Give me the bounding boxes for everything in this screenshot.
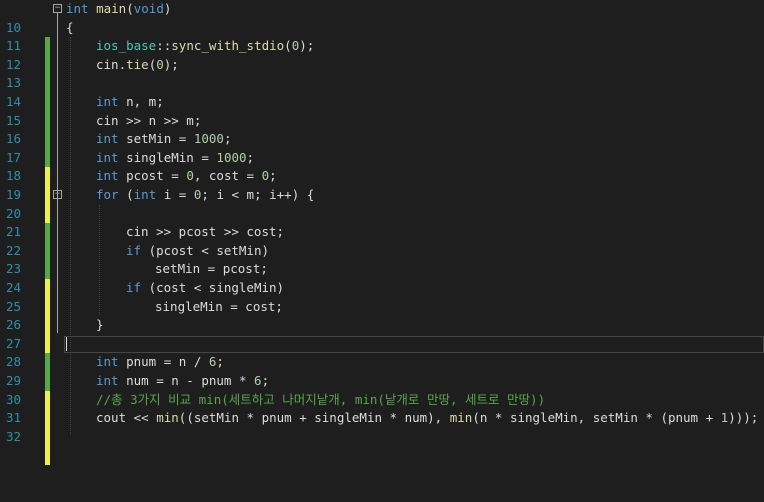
code-line[interactable]: 22 cin >> pcost >> cost; [0, 223, 764, 279]
code-text: cin.tie(0); [96, 56, 179, 72]
code-editor[interactable]: 10 − int main(void) 11 { 12 ios_base::sy… [0, 0, 764, 465]
code-line[interactable]: 12 ios_base::sync_with_stdio(0); [0, 37, 764, 93]
code-text: int main(void) [66, 1, 172, 16]
code-line[interactable]: 23 if (pcost < setMin) [0, 242, 764, 298]
code-line[interactable]: 27 } [0, 316, 764, 372]
code-text: int singleMin = 1000; [96, 149, 255, 165]
code-line[interactable]: 31 //총 3가지 비교 min(세트하고 나머지낱개, min(낱개로 만땅… [0, 391, 764, 447]
code-line[interactable]: 11 { [0, 19, 764, 75]
code-line[interactable]: 24 setMin = pcost; [0, 260, 764, 317]
code-text: int n, m; [96, 94, 164, 109]
code-line[interactable]: 25 if (cost < singleMin) [0, 279, 764, 335]
code-text: cin >> pcost >> cost; [126, 224, 285, 240]
code-text: int pcost = 0, cost = 0; [96, 168, 277, 184]
indent-guide [99, 205, 100, 315]
code-line[interactable]: 30 int num = n - pnum * 6; [0, 372, 764, 428]
code-text: ios_base::sync_with_stdio(0); [96, 38, 315, 54]
code-text: singleMin = cost; [155, 298, 283, 314]
change-marker-unsaved [45, 427, 50, 447]
code-text: cout << min((setMin * pnum + singleMin *… [96, 410, 759, 426]
code-line[interactable]: 32 cout << min((setMin * pnum + singleMi… [0, 409, 764, 465]
code-line-current[interactable]: 28 [0, 335, 764, 391]
code-text: } [96, 317, 104, 333]
code-line[interactable]: 15 int n, m; [0, 93, 764, 149]
code-text: int num = n - pnum * 6; [96, 373, 270, 388]
code-text: if (cost < singleMin) [126, 280, 285, 295]
code-line[interactable]: 10 − int main(void) [0, 0, 764, 56]
code-line[interactable]: 29 int pnum = n / 6; [0, 353, 764, 410]
code-line[interactable]: 21 [0, 205, 764, 261]
code-line[interactable]: 13 cin.tie(0); [0, 56, 764, 112]
code-text: { [66, 19, 74, 35]
line-number: 32 [6, 428, 22, 444]
code-text: for (int i = 0; i < m; i++) { [96, 187, 315, 202]
code-text: if (pcost < setMin) [126, 242, 269, 258]
code-text: cin >> n >> m; [96, 112, 202, 128]
code-text: int setMin = 1000; [96, 131, 232, 147]
outline-fold-line [57, 199, 58, 331]
code-line[interactable]: 26 singleMin = cost; [0, 298, 764, 354]
code-line[interactable]: 16 cin >> n >> m; [0, 112, 764, 168]
code-line[interactable]: 17 int setMin = 1000; [0, 130, 764, 186]
indent-guide [70, 37, 71, 435]
code-text: int pnum = n / 6; [96, 354, 224, 370]
change-marker-unsaved [45, 446, 50, 465]
code-comment: //총 3가지 비교 min(세트하고 나머지낱개, min(낱개로 만땅, 세… [96, 391, 546, 407]
code-line[interactable]: 20 − for (int i = 0; i < m; i++) { [0, 186, 764, 242]
code-text: setMin = pcost; [155, 261, 268, 277]
code-line[interactable]: 14 [0, 74, 764, 131]
collapse-icon[interactable]: − [53, 4, 62, 13]
code-line[interactable]: 18 int singleMin = 1000; [0, 149, 764, 205]
current-line-highlight [64, 335, 764, 353]
text-caret [66, 336, 67, 351]
code-line[interactable]: 19 int pcost = 0, cost = 0; [0, 167, 764, 224]
